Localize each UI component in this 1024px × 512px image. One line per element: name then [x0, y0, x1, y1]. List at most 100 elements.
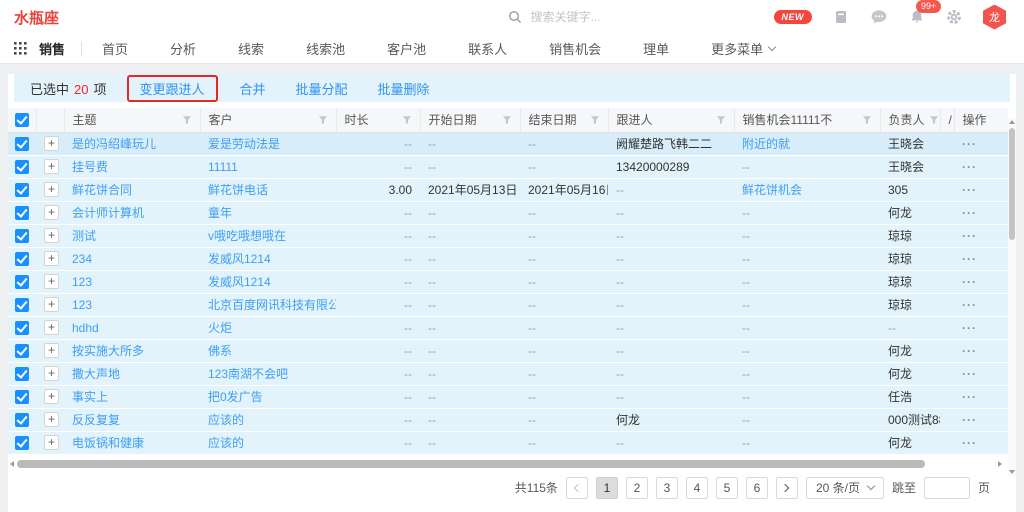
filter-icon[interactable]	[929, 115, 939, 125]
prev-page-button[interactable]	[566, 477, 588, 499]
row-checkbox[interactable]	[15, 390, 29, 404]
customer-link[interactable]: 爱是劳动法是	[208, 137, 280, 151]
scroll-right-arrow-icon[interactable]	[998, 461, 1002, 467]
topic-link[interactable]: 反反复复	[72, 413, 120, 427]
nav-item-3[interactable]: 线索池	[306, 39, 345, 58]
opportunity-link[interactable]: 附近的就	[742, 137, 790, 151]
horizontal-scroll-thumb[interactable]	[17, 460, 925, 468]
expand-row-button[interactable]: +	[44, 366, 59, 381]
customer-link[interactable]: 应该的	[208, 413, 244, 427]
expand-row-button[interactable]: +	[44, 251, 59, 266]
expand-row-button[interactable]: +	[44, 412, 59, 427]
row-checkbox[interactable]	[15, 206, 29, 220]
nav-item-2[interactable]: 线索	[238, 39, 264, 58]
nav-item-7[interactable]: 理单	[643, 39, 669, 58]
table-row[interactable]: + 事实上 把0发广告 -- -- -- -- -- 任浩 ···	[8, 385, 1008, 408]
expand-row-button[interactable]: +	[44, 136, 59, 151]
row-actions-button[interactable]: ···	[962, 436, 977, 450]
expand-row-button[interactable]: +	[44, 389, 59, 404]
row-actions-button[interactable]: ···	[962, 229, 977, 243]
search-input[interactable]	[529, 9, 679, 25]
nav-item-0[interactable]: 首页	[102, 39, 128, 58]
nav-item-5[interactable]: 联系人	[468, 39, 507, 58]
opportunity-link[interactable]: 鲜花饼机会	[742, 183, 802, 197]
customer-link[interactable]: 佛系	[208, 344, 232, 358]
action-button-1[interactable]: 合并	[240, 79, 266, 98]
row-actions-button[interactable]: ···	[962, 321, 977, 335]
row-actions-button[interactable]: ···	[962, 183, 977, 197]
customer-link[interactable]: 11111	[208, 160, 238, 174]
page-size-select[interactable]: 20 条/页	[806, 477, 884, 499]
expand-row-button[interactable]: +	[44, 297, 59, 312]
row-actions-button[interactable]: ···	[962, 160, 977, 174]
customer-link[interactable]: 发威风1214	[208, 252, 271, 266]
expand-row-button[interactable]: +	[44, 320, 59, 335]
nav-item-1[interactable]: 分析	[170, 39, 196, 58]
row-actions-button[interactable]: ···	[962, 390, 977, 404]
row-actions-button[interactable]: ···	[962, 275, 977, 289]
filter-icon[interactable]	[862, 115, 872, 125]
next-page-button[interactable]	[776, 477, 798, 499]
customer-link[interactable]: 火炬	[208, 321, 232, 335]
vertical-scrollbar[interactable]	[1008, 118, 1016, 476]
row-checkbox[interactable]	[15, 183, 29, 197]
table-row[interactable]: + 234 发威风1214 -- -- -- -- -- 琼琼 ···	[8, 247, 1008, 270]
filter-icon[interactable]	[502, 115, 512, 125]
jump-page-input[interactable]	[924, 477, 970, 499]
filter-icon[interactable]	[716, 115, 726, 125]
row-checkbox[interactable]	[15, 321, 29, 335]
customer-link[interactable]: 北京百度网讯科技有限公司	[208, 298, 336, 312]
page-button-1[interactable]: 1	[596, 477, 618, 499]
row-actions-button[interactable]: ···	[962, 413, 977, 427]
row-checkbox[interactable]	[15, 137, 29, 151]
topic-link[interactable]: 会计师计算机	[72, 206, 144, 220]
table-row[interactable]: + 123 发威风1214 -- -- -- -- -- 琼琼 ···	[8, 270, 1008, 293]
expand-row-button[interactable]: +	[44, 159, 59, 174]
nav-more-menu[interactable]: 更多菜单	[711, 39, 775, 58]
page-button-5[interactable]: 5	[716, 477, 738, 499]
table-row[interactable]: + 撒大声地 123南湖不会吧 -- -- -- -- -- 何龙 ···	[8, 362, 1008, 385]
filter-icon[interactable]	[402, 115, 412, 125]
row-checkbox[interactable]	[15, 436, 29, 450]
page-button-4[interactable]: 4	[686, 477, 708, 499]
horizontal-scrollbar[interactable]	[10, 460, 1002, 468]
vertical-scroll-thumb[interactable]	[1009, 128, 1015, 240]
row-actions-button[interactable]: ···	[962, 367, 977, 381]
row-checkbox[interactable]	[15, 367, 29, 381]
topic-link[interactable]: 123	[72, 298, 92, 312]
topic-link[interactable]: 事实上	[72, 390, 108, 404]
table-row[interactable]: + hdhd 火炬 -- -- -- -- -- -- ···	[8, 316, 1008, 339]
bell-icon[interactable]: 99+	[909, 9, 925, 25]
table-row[interactable]: + 123 北京百度网讯科技有限公司 -- -- -- -- -- 琼琼 ···	[8, 293, 1008, 316]
page-button-6[interactable]: 6	[746, 477, 768, 499]
row-actions-button[interactable]: ···	[962, 344, 977, 358]
expand-row-button[interactable]: +	[44, 343, 59, 358]
topic-link[interactable]: 测试	[72, 229, 96, 243]
chat-icon[interactable]	[870, 9, 888, 25]
page-button-3[interactable]: 3	[656, 477, 678, 499]
row-checkbox[interactable]	[15, 160, 29, 174]
select-all-checkbox[interactable]	[15, 113, 29, 127]
row-checkbox[interactable]	[15, 252, 29, 266]
row-actions-button[interactable]: ···	[962, 298, 977, 312]
scroll-up-arrow-icon[interactable]	[1009, 120, 1015, 124]
action-button-3[interactable]: 批量删除	[378, 79, 430, 98]
topic-link[interactable]: 撒大声地	[72, 367, 120, 381]
table-row[interactable]: + 挂号费 11111 -- -- -- 13420000289 -- 王晓会 …	[8, 155, 1008, 178]
topic-link[interactable]: 234	[72, 252, 92, 266]
row-checkbox[interactable]	[15, 413, 29, 427]
customer-link[interactable]: 童年	[208, 206, 232, 220]
topic-link[interactable]: 电饭锅和健康	[72, 436, 144, 450]
topic-link[interactable]: 是的冯绍峰玩儿	[72, 137, 156, 151]
scroll-left-arrow-icon[interactable]	[10, 461, 14, 467]
table-row[interactable]: + 测试 v哦吃哦想哦在 -- -- -- -- -- 琼琼 ···	[8, 224, 1008, 247]
table-row[interactable]: + 是的冯绍峰玩儿 爱是劳动法是 -- -- -- 阙耀楚路飞韩二二 附近的就 …	[8, 132, 1008, 155]
topic-link[interactable]: 鲜花饼合同	[72, 183, 132, 197]
gear-icon[interactable]	[946, 9, 962, 25]
customer-link[interactable]: 发威风1214	[208, 275, 271, 289]
table-row[interactable]: + 电饭锅和健康 应该的 -- -- -- -- -- 何龙 ···	[8, 431, 1008, 454]
topic-link[interactable]: hdhd	[72, 321, 99, 335]
nav-item-4[interactable]: 客户池	[387, 39, 426, 58]
filter-icon[interactable]	[182, 115, 192, 125]
row-actions-button[interactable]: ···	[962, 137, 977, 151]
